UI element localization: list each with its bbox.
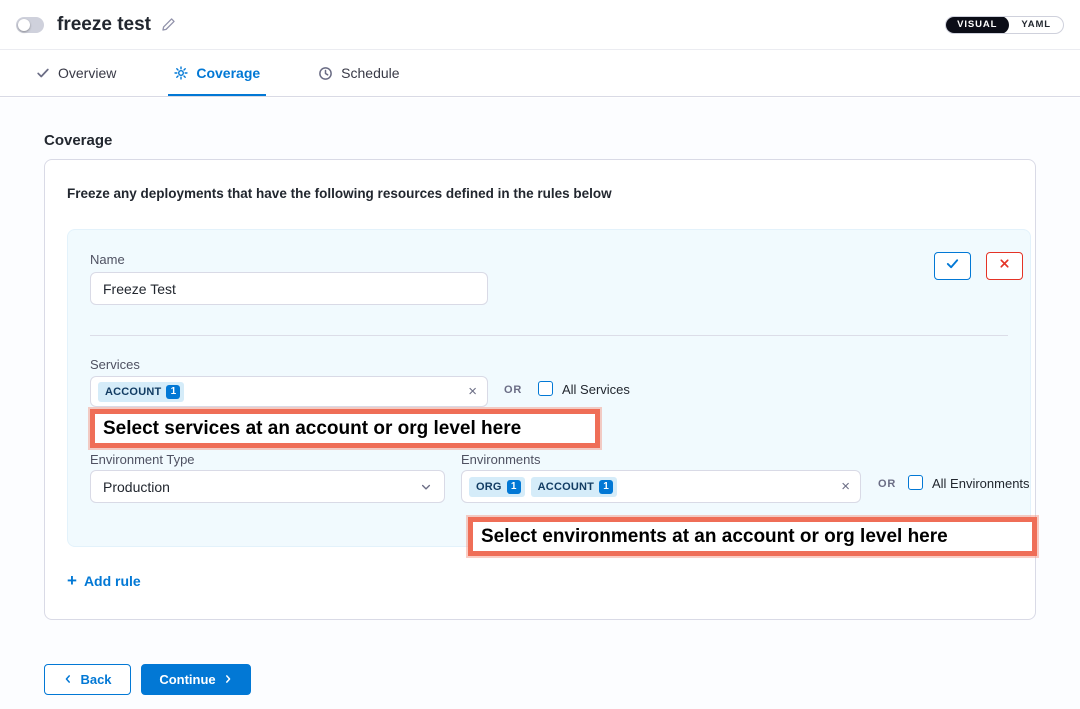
all-environments-checkbox[interactable] [908,475,923,490]
gear-icon [174,66,188,80]
delete-rule-button[interactable] [986,252,1023,280]
toggle-knob [18,19,30,31]
check-icon [945,256,960,276]
chevron-down-icon [420,481,432,493]
coverage-content: Coverage Freeze any deployments that hav… [0,98,1080,709]
environment-type-value: Production [103,479,170,495]
tab-bar: Overview Coverage Schedule [0,50,1080,97]
tag-count-badge: 1 [166,385,180,399]
tab-overview[interactable]: Overview [30,50,122,96]
tab-overview-label: Overview [58,65,116,81]
schedule-icon [318,66,333,81]
services-label: Services [90,357,140,372]
header: freeze test VISUAL YAML [0,0,1080,50]
environments-multiselect[interactable]: ORG 1 ACCOUNT 1 × [461,470,861,503]
name-label: Name [90,252,125,267]
visual-mode-button[interactable]: VISUAL [945,16,1009,34]
services-multiselect[interactable]: ACCOUNT 1 × [90,376,488,407]
services-annotation: Select services at an account or org lev… [90,409,600,448]
rule-divider [90,335,1008,336]
tag-count-badge: 1 [507,480,521,494]
chevron-left-icon [63,672,73,687]
tag-count-badge: 1 [599,480,613,494]
tag-label: ACCOUNT [538,481,594,493]
back-button[interactable]: Back [44,664,131,695]
yaml-mode-button[interactable]: YAML [1009,17,1063,33]
tag-label: ACCOUNT [105,386,161,398]
all-services-checkbox[interactable] [538,381,553,396]
tab-schedule-label: Schedule [341,65,399,81]
visual-yaml-toggle[interactable]: VISUAL YAML [945,16,1064,34]
freeze-studio-page: freeze test VISUAL YAML Overview Coverag… [0,0,1080,709]
continue-button[interactable]: Continue [141,664,251,695]
environment-type-label: Environment Type [90,452,195,467]
tag-label: ORG [476,481,502,493]
environments-annotation: Select environments at an account or org… [468,517,1037,556]
continue-label: Continue [159,672,215,687]
rule-name-input[interactable] [90,272,488,305]
back-label: Back [80,672,111,687]
check-icon [36,66,50,80]
services-or-label: OR [504,384,522,396]
clear-services-icon[interactable]: × [468,384,477,399]
add-rule-label: Add rule [84,573,141,589]
freeze-enable-toggle[interactable] [16,17,44,33]
card-instruction: Freeze any deployments that have the fol… [67,186,612,201]
environment-type-select[interactable]: Production [90,470,445,503]
chevron-right-icon [223,672,233,687]
service-tag-account[interactable]: ACCOUNT 1 [98,382,184,402]
section-title: Coverage [44,132,112,149]
rule-panel: Name Services ACCOUNT 1 × OR All Service… [67,229,1031,547]
close-icon [998,257,1011,275]
environments-or-label: OR [878,478,896,490]
plus-icon: + [67,572,77,589]
coverage-card: Freeze any deployments that have the fol… [44,159,1036,620]
add-rule-button[interactable]: + Add rule [67,572,141,589]
all-environments-label: All Environments [932,476,1030,491]
edit-title-icon[interactable] [161,17,176,32]
page-title: freeze test [57,14,151,36]
environment-tag-org[interactable]: ORG 1 [469,477,525,497]
all-services-label: All Services [562,382,630,397]
environments-label: Environments [461,452,540,467]
environment-tag-account[interactable]: ACCOUNT 1 [531,477,617,497]
confirm-rule-button[interactable] [934,252,971,280]
tab-coverage[interactable]: Coverage [168,50,266,96]
tab-coverage-label: Coverage [196,65,260,81]
tab-schedule[interactable]: Schedule [312,50,405,96]
clear-environments-icon[interactable]: × [841,479,850,494]
